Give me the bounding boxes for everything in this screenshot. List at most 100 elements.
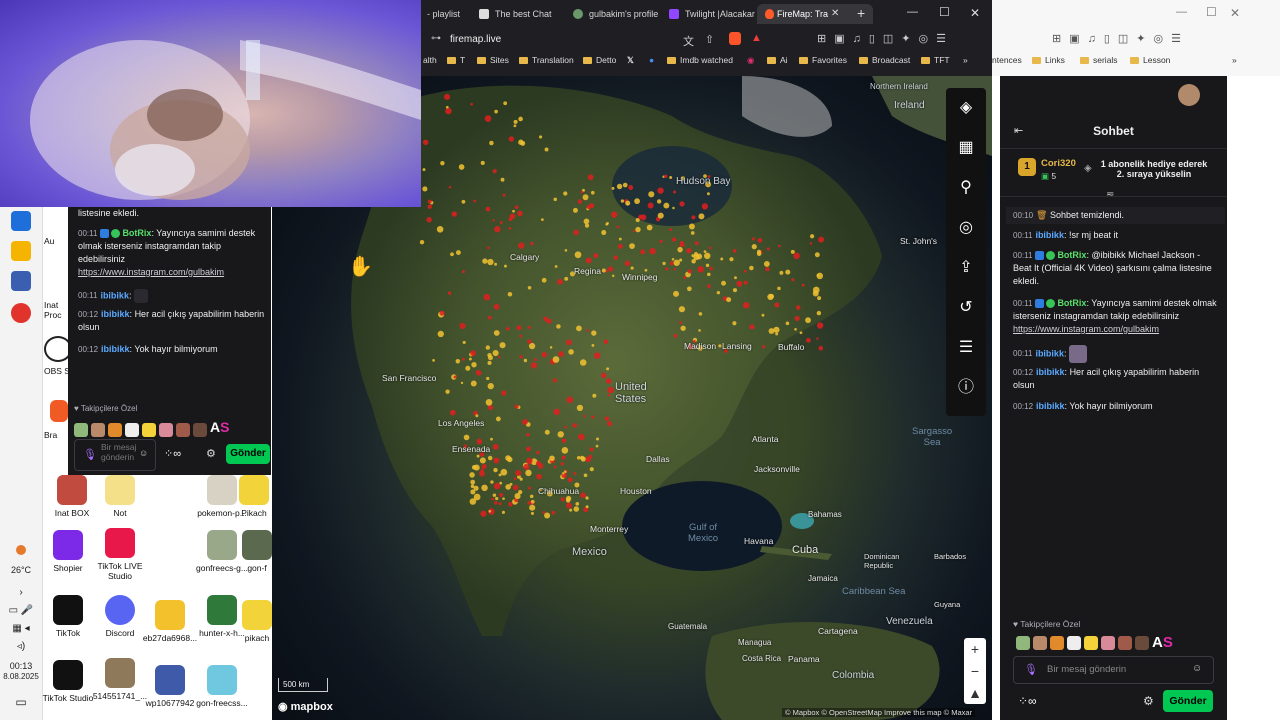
fire-point[interactable]	[568, 349, 574, 355]
fire-point[interactable]	[461, 270, 465, 274]
fire-point[interactable]	[444, 93, 451, 100]
fire-point[interactable]	[698, 213, 705, 220]
fire-point[interactable]	[601, 372, 607, 379]
fire-point[interactable]	[470, 102, 473, 106]
fire-point[interactable]	[749, 265, 754, 271]
send-button[interactable]: Gönder	[1163, 690, 1213, 712]
fire-point[interactable]	[662, 261, 666, 266]
fire-point[interactable]	[732, 288, 738, 293]
fire-point[interactable]	[439, 310, 445, 316]
settings-icon[interactable]: ⚙	[206, 447, 216, 460]
fire-point[interactable]	[512, 484, 519, 491]
points-icon[interactable]: ⁘∞	[1018, 694, 1037, 708]
fire-point[interactable]	[422, 168, 426, 172]
fire-point[interactable]	[616, 183, 623, 190]
translate-icon[interactable]: 文	[683, 33, 694, 49]
fire-point[interactable]	[779, 270, 784, 275]
fire-point[interactable]	[566, 502, 573, 509]
fire-point[interactable]	[679, 258, 683, 262]
fire-point[interactable]	[494, 109, 498, 114]
fire-point[interactable]	[447, 291, 452, 295]
fire-point[interactable]	[471, 362, 477, 368]
outlook-icon[interactable]	[11, 211, 31, 231]
close-window-button[interactable]: ✕	[1230, 6, 1240, 20]
fire-point[interactable]	[591, 343, 595, 347]
fire-point[interactable]	[761, 313, 765, 317]
fire-point[interactable]	[734, 276, 737, 280]
fire-point[interactable]	[519, 355, 523, 359]
clock-date[interactable]: 8.08.2025	[0, 672, 42, 681]
fire-point[interactable]	[514, 205, 519, 210]
settings-icon[interactable]: ⚙	[1143, 694, 1154, 708]
fire-point[interactable]	[553, 465, 557, 469]
fire-point[interactable]	[476, 454, 480, 458]
fire-point[interactable]	[606, 367, 610, 371]
fire-point[interactable]	[816, 274, 820, 277]
fire-point[interactable]	[493, 457, 500, 464]
fire-point[interactable]	[419, 239, 425, 245]
fire-point[interactable]	[794, 315, 800, 322]
pinned-user[interactable]: Cori320	[1041, 158, 1076, 169]
fire-point[interactable]	[613, 255, 618, 260]
tray-icons[interactable]: ▭ 🎤	[0, 605, 42, 616]
fire-point[interactable]	[465, 365, 471, 371]
fire-point[interactable]	[493, 482, 501, 490]
fire-point[interactable]	[445, 105, 449, 109]
fire-point[interactable]	[794, 328, 797, 331]
fire-point[interactable]	[490, 437, 493, 441]
fire-point[interactable]	[485, 345, 491, 350]
fire-point[interactable]	[671, 237, 677, 242]
fire-point[interactable]	[589, 203, 595, 209]
fire-point[interactable]	[485, 399, 493, 406]
fire-point[interactable]	[573, 506, 580, 512]
fire-point[interactable]	[575, 502, 580, 506]
fire-point[interactable]	[683, 276, 687, 280]
new-tab-button[interactable]: +	[857, 5, 865, 21]
fire-point[interactable]	[805, 337, 811, 343]
fire-point[interactable]	[505, 484, 511, 490]
fire-point[interactable]	[508, 501, 513, 507]
fire-point[interactable]	[607, 266, 614, 272]
fire-point[interactable]	[427, 199, 432, 204]
fire-point[interactable]	[539, 135, 543, 139]
fire-point[interactable]	[569, 508, 573, 512]
fire-point[interactable]	[816, 322, 824, 329]
fire-point[interactable]	[743, 269, 747, 273]
fire-point[interactable]	[663, 202, 670, 209]
fire-point[interactable]	[565, 339, 572, 346]
app-icon[interactable]	[11, 271, 31, 291]
fire-point[interactable]	[625, 200, 631, 206]
clock-time[interactable]: 00:13	[0, 661, 42, 671]
close-window-button[interactable]: ✕	[970, 6, 980, 20]
fire-point[interactable]	[498, 502, 502, 506]
fire-point[interactable]	[669, 261, 674, 266]
fire-point[interactable]	[556, 324, 561, 329]
fire-point[interactable]	[585, 257, 592, 264]
fire-point[interactable]	[518, 242, 525, 249]
tab-firemap[interactable]: FireMap: Tra	[757, 4, 873, 24]
bookmark-folder[interactable]: serials	[1080, 55, 1118, 65]
fire-point[interactable]	[729, 257, 734, 262]
bookmark-folder[interactable]: Favorites	[799, 55, 847, 65]
close-tab-icon[interactable]: ✕	[831, 8, 839, 19]
fire-point[interactable]	[679, 321, 683, 325]
fire-point[interactable]	[687, 269, 692, 274]
fire-point[interactable]	[487, 246, 490, 250]
fire-point[interactable]	[492, 493, 497, 497]
expand-pinned-icon[interactable]: ≂	[1106, 189, 1114, 200]
history-icon[interactable]: ↺	[954, 296, 978, 320]
x-icon[interactable]: 𝕏	[627, 55, 634, 66]
fire-point[interactable]	[487, 382, 494, 390]
fire-point[interactable]	[493, 330, 500, 336]
fire-point[interactable]	[603, 339, 609, 344]
fire-point[interactable]	[479, 457, 486, 464]
desktop-icon[interactable]: eb27da6968...	[140, 600, 200, 643]
fire-point[interactable]	[529, 504, 536, 511]
fire-point[interactable]	[487, 353, 492, 358]
fire-point[interactable]	[768, 293, 775, 299]
compass-icon[interactable]: ▲	[964, 682, 986, 704]
fire-point[interactable]	[541, 218, 544, 222]
locate-icon[interactable]: ◎	[954, 216, 978, 240]
fire-point[interactable]	[459, 322, 466, 330]
fire-point[interactable]	[583, 473, 588, 478]
